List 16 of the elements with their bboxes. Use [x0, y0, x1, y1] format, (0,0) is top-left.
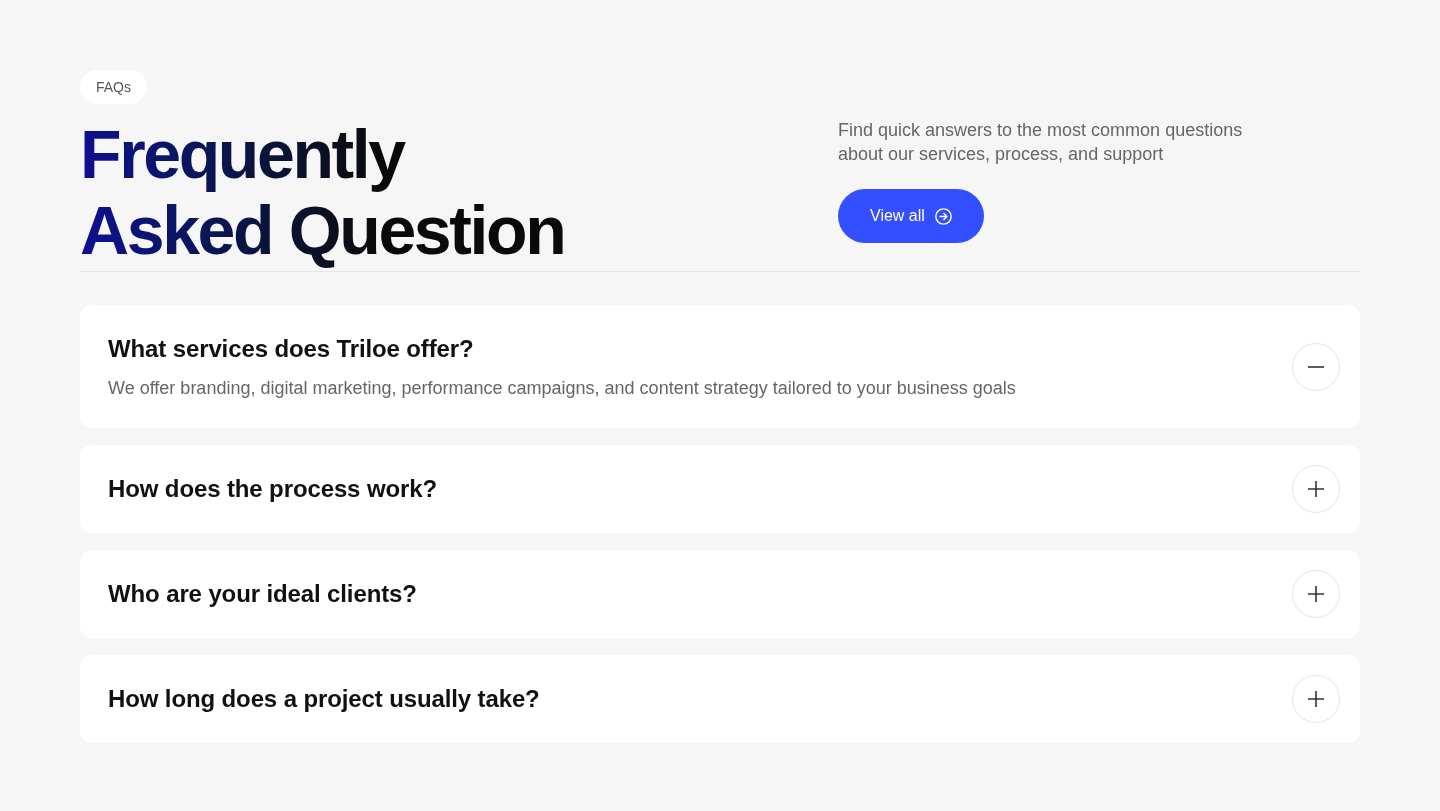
faq-question[interactable]: How does the process work? — [108, 473, 437, 505]
expand-button[interactable] — [1292, 465, 1340, 513]
plus-icon — [1308, 586, 1324, 602]
faq-question[interactable]: How long does a project usually take? — [108, 683, 540, 715]
faq-answer: We offer branding, digital marketing, performance campaigns, and content strategy tailored to your business goals — [108, 377, 1016, 400]
view-all-button[interactable]: View all — [838, 189, 984, 243]
faq-badge: FAQs — [80, 70, 147, 104]
arrow-circle-icon — [934, 207, 952, 225]
expand-button[interactable] — [1292, 570, 1340, 618]
plus-icon — [1308, 481, 1324, 497]
faq-question[interactable]: Who are your ideal clients? — [108, 578, 417, 610]
plus-icon — [1308, 691, 1324, 707]
faq-question[interactable]: What services does Triloe offer? — [108, 333, 1016, 365]
expand-button[interactable] — [1292, 675, 1340, 723]
intro-text: Find quick answers to the most common questions about our services, process, and support — [838, 119, 1244, 166]
minus-icon — [1308, 365, 1324, 368]
